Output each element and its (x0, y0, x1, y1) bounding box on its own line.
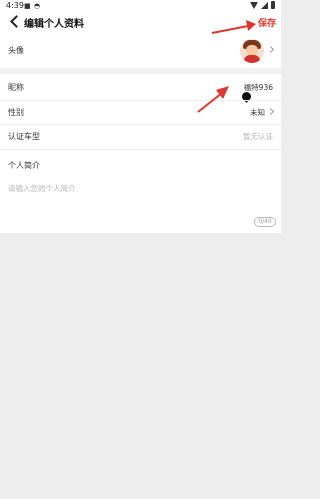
battery-icon (271, 1, 275, 9)
avatar[interactable] (240, 39, 264, 63)
car-model-row[interactable]: 认证车型 暂无认证 (0, 126, 281, 146)
wifi-icon (250, 1, 258, 9)
bio-label: 个人简介 (8, 161, 40, 170)
signal-icon (261, 1, 268, 9)
mail-icon: ◓ (34, 2, 41, 10)
gender-label: 性别 (8, 108, 24, 117)
notification-icon: ■ (24, 2, 31, 10)
back-arrow-icon[interactable] (8, 14, 22, 28)
divider (0, 100, 281, 101)
avatar-label: 头像 (8, 46, 24, 55)
gender-value: 未知 (250, 108, 265, 117)
nickname-row[interactable]: 昵称 福特936 (0, 78, 281, 96)
bio-char-counter: 0/40 (254, 217, 276, 227)
divider (0, 149, 281, 150)
status-time: 4:39 (6, 1, 24, 10)
save-button[interactable]: 保存 (258, 16, 276, 29)
gender-row[interactable]: 性别 未知 (0, 102, 281, 122)
empty-area (0, 233, 281, 499)
bio-placeholder: 请输入您的个人简介 (8, 184, 76, 193)
nickname-label: 昵称 (8, 83, 24, 92)
system-icons (250, 1, 275, 9)
avatar-row[interactable]: 头像 (0, 36, 281, 66)
car-model-label: 认证车型 (8, 132, 40, 141)
car-model-placeholder: 暂无认证 (243, 132, 273, 141)
status-bar: 4:39 ■ ◓ (0, 0, 281, 12)
avatar-shirt (244, 55, 260, 63)
page-title: 编辑个人资料 (24, 19, 84, 30)
bio-textarea[interactable]: 请输入您的个人简介 (0, 178, 281, 228)
divider (0, 124, 281, 125)
